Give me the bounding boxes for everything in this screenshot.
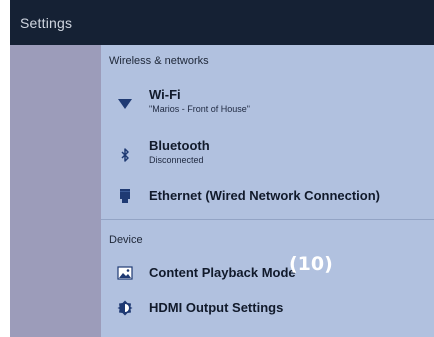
bluetooth-label: Bluetooth xyxy=(149,138,210,153)
wifi-label: Wi-Fi xyxy=(149,87,181,102)
content-playback-item[interactable]: Content Playback Mode xyxy=(101,258,434,288)
app-bar: Settings xyxy=(10,0,434,45)
page-title: Settings xyxy=(20,15,73,31)
wifi-item[interactable]: Wi-Fi "Marios - Front of House" xyxy=(101,83,434,123)
step-number-annotation: (10) xyxy=(289,253,333,275)
sidebar xyxy=(10,45,101,337)
bluetooth-item[interactable]: Bluetooth Disconnected xyxy=(101,134,434,174)
settings-window: Settings Wireless & networks Wi-Fi "Mari… xyxy=(10,0,434,337)
section-header-device: Device xyxy=(109,234,143,246)
bluetooth-icon xyxy=(117,147,133,163)
image-icon xyxy=(117,265,133,281)
bluetooth-status: Disconnected xyxy=(149,155,204,165)
wifi-status: "Marios - Front of House" xyxy=(149,104,250,114)
ethernet-item[interactable]: Ethernet (Wired Network Connection) xyxy=(101,181,434,211)
settings-list: Wireless & networks Wi-Fi "Marios - Fron… xyxy=(101,45,434,337)
section-header-wireless: Wireless & networks xyxy=(109,55,209,67)
ethernet-label: Ethernet (Wired Network Connection) xyxy=(149,188,381,203)
content-playback-label: Content Playback Mode xyxy=(149,265,296,280)
wifi-icon xyxy=(117,95,133,111)
brightness-icon xyxy=(117,300,133,316)
hdmi-output-label: HDMI Output Settings xyxy=(149,300,284,315)
ethernet-icon xyxy=(117,188,133,204)
section-divider xyxy=(101,219,434,220)
hdmi-output-item[interactable]: HDMI Output Settings xyxy=(101,293,434,323)
